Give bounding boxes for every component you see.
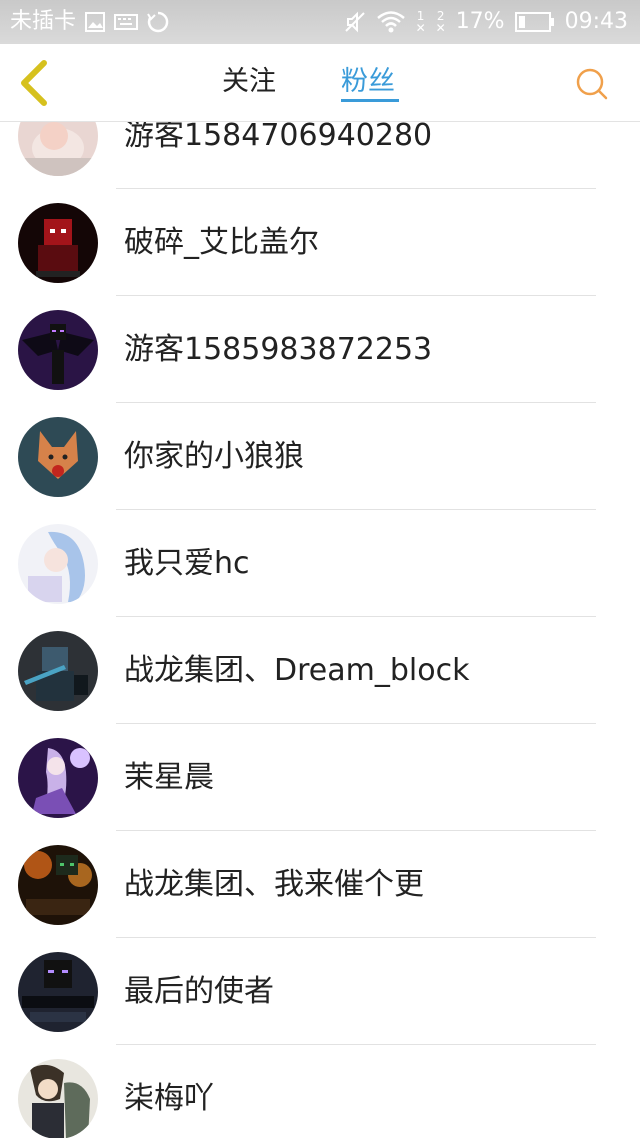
status-bar-right: 1 ✕ 2 ✕ 17% 09:43 xyxy=(344,8,628,36)
sim1-no-signal-icon: 1 ✕ xyxy=(416,10,426,34)
clock: 09:43 xyxy=(564,9,628,34)
list-item[interactable]: 游客1584706940280 xyxy=(0,122,640,189)
tab-following[interactable]: 关注 xyxy=(222,64,276,100)
tab-fans[interactable]: 粉丝 xyxy=(341,64,395,100)
search-button[interactable] xyxy=(574,66,610,102)
list-item[interactable]: 战龙集团、我来催个更 xyxy=(0,831,640,938)
mute-icon xyxy=(344,11,366,33)
user-name: 最后的使者 xyxy=(124,974,274,1009)
top-nav-bar: 关注 粉丝 xyxy=(0,44,640,122)
avatar xyxy=(18,524,98,604)
list-item[interactable]: 我只爱hc xyxy=(0,510,640,617)
status-bar: 未插卡 1 ✕ 2 ✕ 17% 09:43 xyxy=(0,0,640,44)
list-item[interactable]: 柒梅吖 xyxy=(0,1045,640,1138)
carrier-text: 未插卡 xyxy=(10,9,77,34)
user-name: 茉星晨 xyxy=(124,760,214,795)
user-name: 破碎_艾比盖尔 xyxy=(124,225,319,260)
wifi-icon xyxy=(376,10,406,34)
avatar xyxy=(18,738,98,818)
list-item[interactable]: 游客1585983872253 xyxy=(0,296,640,403)
sync-icon xyxy=(146,10,170,34)
search-icon xyxy=(576,68,608,100)
list-item[interactable]: 破碎_艾比盖尔 xyxy=(0,189,640,296)
list-item[interactable]: 最后的使者 xyxy=(0,938,640,1045)
keyboard-notification-icon xyxy=(114,12,139,32)
user-name: 你家的小狼狼 xyxy=(124,439,304,474)
battery-icon xyxy=(514,11,555,33)
user-name: 我只爱hc xyxy=(124,546,250,581)
list-item[interactable]: 你家的小狼狼 xyxy=(0,403,640,510)
user-name: 游客1585983872253 xyxy=(124,332,433,367)
status-bar-left: 未插卡 xyxy=(10,8,170,36)
user-name: 游客1584706940280 xyxy=(124,122,433,153)
avatar xyxy=(18,952,98,1032)
fans-list: 游客1584706940280 破碎_艾比盖尔 游客1585983872253 … xyxy=(0,122,640,1138)
avatar xyxy=(18,203,98,283)
avatar xyxy=(18,1059,98,1138)
avatar xyxy=(18,417,98,497)
sim2-x: ✕ xyxy=(435,21,446,35)
user-name: 战龙集团、Dream_block xyxy=(124,653,470,688)
avatar xyxy=(18,310,98,390)
list-item[interactable]: 战龙集团、Dream_block xyxy=(0,617,640,724)
user-name: 战龙集团、我来催个更 xyxy=(124,867,424,902)
avatar xyxy=(18,631,98,711)
battery-percent: 17% xyxy=(455,9,505,34)
sim1-x: ✕ xyxy=(415,21,426,35)
list-item[interactable]: 茉星晨 xyxy=(0,724,640,831)
avatar xyxy=(18,122,98,176)
back-button[interactable] xyxy=(14,58,54,108)
active-tab-indicator xyxy=(341,99,399,102)
image-notification-icon xyxy=(84,11,106,33)
avatar xyxy=(18,845,98,925)
chevron-left-icon xyxy=(21,60,47,106)
sim2-no-signal-icon: 2 ✕ xyxy=(436,10,446,34)
user-name: 柒梅吖 xyxy=(124,1081,214,1116)
